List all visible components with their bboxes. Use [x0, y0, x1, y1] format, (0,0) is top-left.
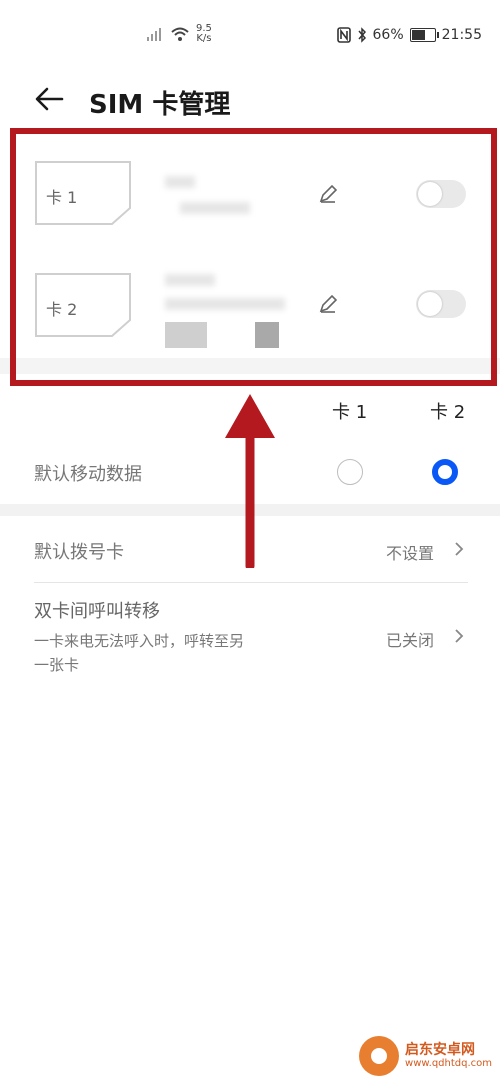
watermark-text: 启东安卓网 www.qdhtdq.com	[405, 1042, 492, 1070]
battery-icon	[409, 28, 439, 42]
edit-sim-2-icon[interactable]	[318, 294, 338, 314]
back-arrow-icon[interactable]	[34, 86, 64, 112]
default-data-card-1-radio[interactable]	[337, 459, 363, 485]
column-card-1: 卡 1	[332, 402, 368, 423]
sim-1-toggle[interactable]	[416, 180, 466, 208]
section-gap	[0, 358, 500, 374]
edit-sim-1-icon[interactable]	[318, 184, 338, 204]
sim-2-number-blurred	[165, 298, 285, 310]
toggle-knob	[418, 292, 442, 316]
default-data-label: 默认移动数据	[34, 464, 142, 485]
watermark-name: 启东安卓网	[405, 1042, 476, 1058]
call-forward-title: 双卡间呼叫转移	[34, 601, 160, 622]
battery-percent: 66%	[372, 27, 404, 43]
chevron-right-icon	[455, 629, 464, 643]
clock: 21:55	[441, 27, 482, 43]
call-forward-description-line-2: 一张卡	[34, 656, 80, 674]
default-data-card-2-radio[interactable]	[432, 459, 458, 485]
signal-icon	[147, 28, 161, 41]
sim-2-info-blurred	[255, 322, 279, 348]
default-dial-value: 不设置	[386, 544, 435, 563]
sim-card-2-label: 卡 2	[46, 300, 78, 319]
sim-card-1-label: 卡 1	[46, 188, 78, 207]
call-forward-value: 已关闭	[386, 631, 435, 650]
sim-1-operator-blurred	[165, 176, 195, 188]
net-speed: 9.5 K/s	[196, 24, 212, 44]
bluetooth-icon	[357, 27, 366, 43]
watermark-logo-icon	[359, 1036, 400, 1076]
battery-fill	[411, 30, 425, 40]
sim-2-info-blurred	[165, 322, 207, 348]
status-right: 66% 21:55	[336, 27, 482, 43]
toggle-knob	[418, 182, 442, 206]
status-center: 9.5 K/s	[146, 24, 212, 44]
wifi-icon	[171, 27, 189, 41]
page-title: SIM 卡管理	[89, 90, 231, 120]
call-forward-row[interactable]: 双卡间呼叫转移 一卡来电无法呼入时，呼转至另 一张卡 已关闭	[0, 583, 500, 683]
default-dial-label: 默认拨号卡	[34, 542, 124, 563]
column-card-2: 卡 2	[430, 402, 466, 423]
net-speed-unit: K/s	[196, 33, 212, 44]
call-forward-description-line-1: 一卡来电无法呼入时，呼转至另	[34, 632, 245, 650]
annotation-arrow-icon	[225, 394, 275, 568]
status-bar: 9.5 K/s 66% 21:55	[0, 0, 500, 70]
nfc-icon	[336, 27, 351, 43]
sim-2-toggle[interactable]	[416, 290, 466, 318]
watermark-url: www.qdhtdq.com	[405, 1058, 492, 1069]
sim-1-network-blurred	[180, 202, 250, 214]
sim-2-operator-blurred	[165, 274, 215, 286]
chevron-right-icon	[455, 542, 464, 556]
watermark-logo: 启东安卓网 www.qdhtdq.com	[359, 1036, 492, 1076]
